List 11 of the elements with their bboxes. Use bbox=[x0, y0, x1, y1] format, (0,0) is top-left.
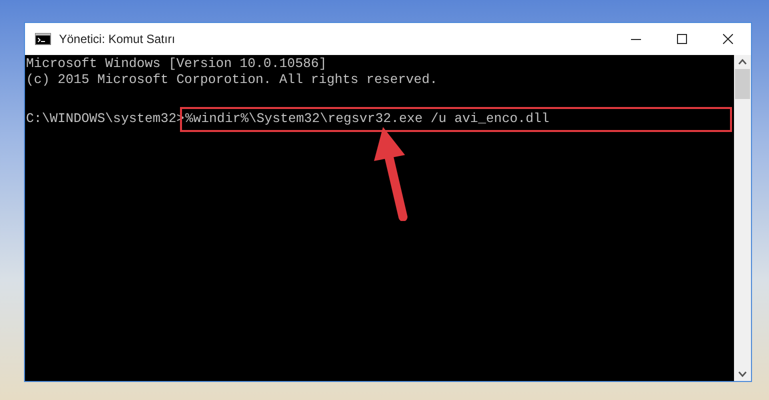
command-text: %windir%\System32\regsvr32.exe /u avi_enco.dll bbox=[180, 106, 732, 132]
console-icon bbox=[35, 33, 51, 45]
minimize-icon bbox=[631, 38, 641, 40]
console-output-line: Microsoft Windows [Version 10.0.10586] bbox=[26, 56, 328, 72]
maximize-icon bbox=[677, 34, 687, 44]
window-title: Yönetici: Komut Satırı bbox=[59, 31, 176, 48]
close-icon bbox=[723, 34, 733, 44]
scroll-down-icon bbox=[738, 371, 747, 377]
console-output-line: (c) 2015 Microsoft Corporotion. All rights reserved. bbox=[26, 72, 439, 88]
scrollbar-thumb[interactable] bbox=[735, 69, 750, 99]
scroll-up-icon bbox=[738, 59, 747, 65]
